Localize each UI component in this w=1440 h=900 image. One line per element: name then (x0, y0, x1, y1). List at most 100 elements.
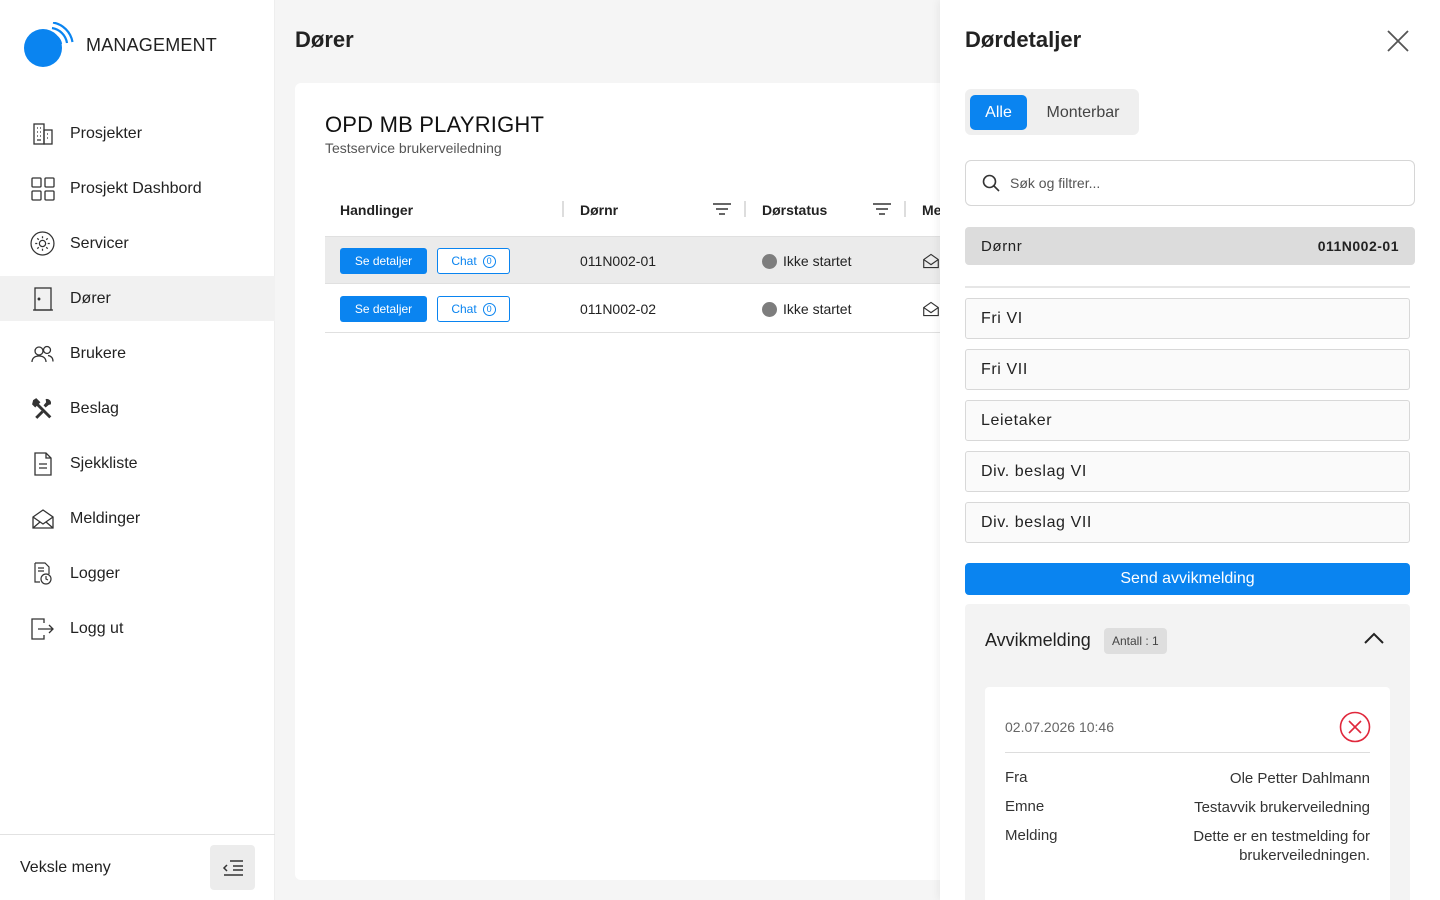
column-divider[interactable] (562, 201, 564, 217)
accordion-title[interactable]: Avvikmelding (985, 630, 1091, 651)
from-label: Fra (1005, 769, 1028, 786)
column-header-dorstatus: Dørstatus (762, 201, 828, 218)
sidebar-item-label: Sjekkliste (70, 454, 138, 472)
doors-card: OPD MB PLAYRIGHT Testservice brukerveile… (295, 83, 995, 880)
sidebar-item-label: Prosjekt Dashbord (70, 179, 202, 197)
filter-icon[interactable] (712, 201, 732, 217)
sidebar-item-label: Logg ut (70, 619, 124, 637)
search-input[interactable] (1010, 175, 1390, 191)
users-icon (30, 341, 55, 366)
page-title: Dører (295, 27, 354, 52)
sidebar-item-logg-ut[interactable]: Logg ut (0, 606, 275, 651)
envelope-open-icon (30, 506, 55, 531)
table-row[interactable]: Se detaljer Chat 0 011N002-02 Ikke start… (325, 285, 995, 333)
sidebar-item-dorer[interactable]: Dører (0, 276, 275, 321)
envelope-open-icon (923, 301, 939, 317)
logo-icon (24, 22, 74, 67)
door-icon (30, 286, 55, 311)
sidebar-item-label: Beslag (70, 399, 119, 417)
column-header-handlinger: Handlinger (340, 201, 414, 218)
chat-button-label: Chat (451, 254, 477, 268)
status-dot (762, 253, 777, 269)
send-deviation-button[interactable]: Send avvikmelding (965, 563, 1410, 595)
chevron-up-icon[interactable] (1362, 630, 1386, 646)
table-row[interactable]: Se detaljer Chat 0 011N002-01 Ikke start… (325, 236, 995, 284)
filter-tabs: Alle Monterbar (965, 89, 1139, 135)
dornr-cell: 011N002-02 (580, 301, 657, 317)
dornr-label: Dørnr (981, 237, 1023, 255)
divider (1005, 752, 1370, 753)
field-div-beslag-vii[interactable]: Div. beslag VII (965, 502, 1410, 543)
dornr-summary: Dørnr 011N002-01 (965, 227, 1415, 265)
scrolled-field-edge (965, 286, 1410, 288)
search-box (965, 160, 1415, 206)
see-details-button[interactable]: Se detaljer (340, 248, 427, 274)
subject-label: Emne (1005, 798, 1045, 815)
toggle-menu-label: Veksle meny (20, 858, 111, 876)
menu-collapse-icon (222, 859, 243, 876)
deviation-accordion: Avvikmelding Antall : 1 02.07.2026 10:46… (965, 604, 1410, 900)
from-value: Ole Petter Dahlmann (1229, 770, 1370, 787)
sidebar-footer: Veksle meny (0, 834, 275, 900)
table-header: Handlinger Dørnr Dørstatus Me (325, 183, 995, 236)
chat-button-label: Chat (451, 302, 477, 316)
logo[interactable]: MANAGEMENT (24, 22, 217, 68)
delete-circle-icon[interactable] (1339, 711, 1371, 743)
filter-icon[interactable] (872, 201, 892, 217)
status-text: Ikke startet (783, 253, 852, 269)
status-cell: Ikke startet (762, 237, 851, 285)
sidebar-item-beslag[interactable]: Beslag (0, 386, 275, 431)
envelope-open-icon (923, 253, 939, 269)
document-icon (30, 451, 55, 476)
status-cell: Ikke startet (762, 285, 851, 333)
sidebar-item-label: Dører (70, 289, 111, 307)
dornr-value: 011N002-01 (1317, 238, 1399, 254)
tab-alle[interactable]: Alle (970, 95, 1027, 130)
field-fri-vii[interactable]: Fri VII (965, 349, 1410, 390)
message-cell[interactable] (922, 237, 940, 285)
toggle-menu-button[interactable] (210, 845, 255, 890)
status-text: Ikke startet (783, 301, 852, 317)
search-icon (982, 174, 1000, 192)
count-badge: Antall : 1 (1104, 628, 1167, 654)
see-details-button[interactable]: Se detaljer (340, 296, 427, 322)
column-divider[interactable] (744, 201, 746, 217)
close-icon[interactable] (1385, 28, 1411, 54)
sidebar: MANAGEMENT Prosjekter Prosjekt Dashbord … (0, 0, 275, 900)
gear-circle-icon (30, 231, 55, 256)
sidebar-item-prosjekter[interactable]: Prosjekter (0, 111, 275, 156)
sidebar-item-label: Brukere (70, 344, 127, 362)
field-fri-vi[interactable]: Fri VI (965, 298, 1410, 339)
field-div-beslag-vi[interactable]: Div. beslag VI (965, 451, 1410, 492)
door-details-panel: Dørdetaljer Alle Monterbar Dørnr 011N002… (940, 0, 1440, 900)
tools-icon (30, 396, 55, 421)
chat-button[interactable]: Chat 0 (437, 248, 510, 274)
sidebar-item-servicer[interactable]: Servicer (0, 221, 275, 266)
sidebar-item-label: Prosjekter (70, 124, 143, 142)
message-cell[interactable] (922, 285, 940, 333)
chat-count-badge: 0 (482, 254, 496, 268)
logout-icon (30, 616, 55, 641)
message-date: 02.07.2026 10:46 (1005, 719, 1114, 735)
building-icon (30, 121, 55, 146)
sidebar-nav: Prosjekter Prosjekt Dashbord Servicer Dø… (0, 111, 275, 661)
tab-monterbar[interactable]: Monterbar (1033, 95, 1133, 130)
project-subtitle: Testservice brukerveiledning (325, 140, 502, 156)
project-title: OPD MB PLAYRIGHT (325, 112, 545, 137)
field-leietaker[interactable]: Leietaker (965, 400, 1410, 441)
sidebar-item-meldinger[interactable]: Meldinger (0, 496, 275, 541)
sidebar-item-prosjekt-dashbord[interactable]: Prosjekt Dashbord (0, 166, 275, 211)
log-clock-icon (30, 561, 55, 586)
dornr-cell: 011N002-01 (580, 253, 657, 269)
subject-value: Testavvik brukerveiledning (1194, 799, 1370, 816)
deviation-message-card: 02.07.2026 10:46 Fra Ole Petter Dahlmann… (985, 687, 1390, 900)
sidebar-item-logger[interactable]: Logger (0, 551, 275, 596)
message-label: Melding (1005, 827, 1058, 844)
column-divider[interactable] (904, 201, 906, 217)
column-header-meldinger: Me (922, 201, 942, 218)
logo-text: MANAGEMENT (86, 34, 218, 55)
sidebar-item-brukere[interactable]: Brukere (0, 331, 275, 376)
sidebar-item-sjekkliste[interactable]: Sjekkliste (0, 441, 275, 486)
chat-button[interactable]: Chat 0 (437, 296, 510, 322)
chat-count-badge: 0 (482, 302, 496, 316)
